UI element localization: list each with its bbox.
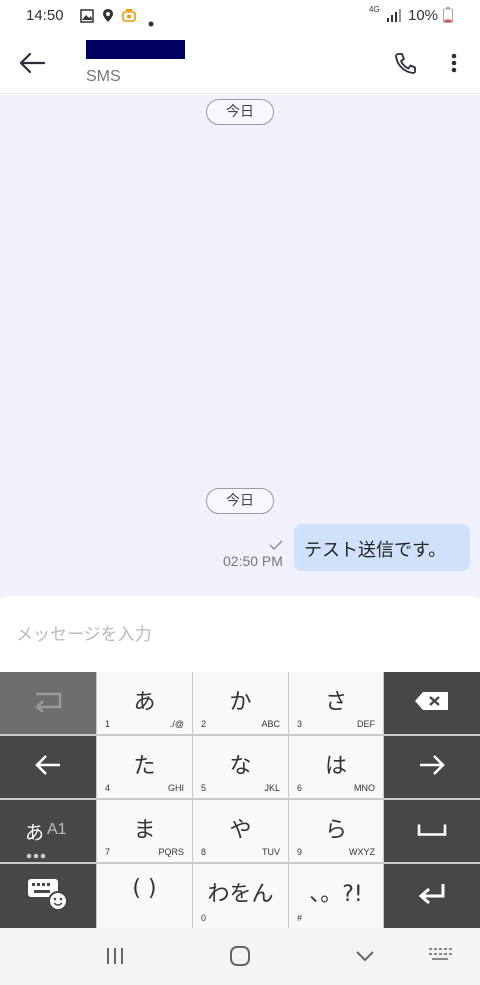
key-letters: JKL [264, 783, 280, 793]
key-letters: ./@ [169, 719, 184, 729]
system-navigation-bar [0, 928, 480, 985]
key-letters: MNO [354, 783, 375, 793]
message-list[interactable]: 今日 今日 02:50 PM テスト送信です。 [0, 95, 480, 598]
battery-icon [443, 7, 453, 27]
arrow-left-icon [19, 52, 46, 74]
key-letters: GHI [167, 783, 184, 793]
keyboard-emoji-icon [26, 876, 70, 916]
key-punctuation[interactable]: 、。?! # [289, 864, 383, 928]
key-label: 、。?! [309, 882, 363, 907]
key-ka-row[interactable]: か 2 ABC [193, 672, 288, 734]
key-number: 9 [297, 847, 303, 857]
location-icon [102, 8, 114, 27]
key-number: 1 [105, 719, 111, 729]
arrow-right-icon [417, 753, 447, 781]
compose-area [0, 596, 480, 672]
key-number: 3 [297, 719, 303, 729]
backspace-icon [414, 691, 450, 715]
key-number: 6 [297, 783, 303, 793]
home-icon[interactable] [228, 944, 252, 972]
key-a-row[interactable]: あ 1 ./@ [97, 672, 192, 734]
space-key[interactable] [384, 800, 480, 862]
key-label: な [229, 754, 252, 779]
more-options-button[interactable] [440, 46, 468, 80]
key-sa-row[interactable]: さ 3 DEF [289, 672, 383, 734]
key-letters: TUV [262, 847, 280, 857]
message-bubble-outgoing[interactable]: テスト送信です。 [294, 524, 470, 571]
enter-key[interactable] [384, 864, 480, 928]
image-icon [80, 8, 94, 27]
key-label: た [133, 754, 156, 779]
key-label: ( ) [132, 876, 157, 901]
key-number: 4 [105, 783, 111, 793]
key-number: 8 [201, 847, 207, 857]
signal-icon [386, 8, 402, 27]
key-label: さ [324, 690, 347, 715]
key-letters: ABC [261, 719, 280, 729]
cursor-right-key[interactable] [384, 736, 480, 798]
key-number: 2 [201, 719, 207, 729]
message-timestamp: 02:50 PM [223, 553, 283, 569]
key-wa-row[interactable]: わをん 0 [193, 864, 288, 928]
key-ma-row[interactable]: ま 7 PQRS [97, 800, 192, 862]
dot-icon [148, 12, 154, 31]
key-brackets[interactable]: ( ) [97, 864, 192, 928]
network-type: 4G [369, 5, 380, 14]
key-na-row[interactable]: な 5 JKL [193, 736, 288, 798]
key-label: ら [324, 818, 347, 843]
key-number: 7 [105, 847, 111, 857]
arrow-left-icon [33, 753, 63, 781]
key-ra-row[interactable]: ら 9 WXYZ [289, 800, 383, 862]
enter-icon [416, 882, 448, 910]
recent-apps-icon[interactable] [104, 944, 126, 972]
contact-channel-label: SMS [86, 68, 121, 85]
key-letters: PQRS [158, 847, 184, 857]
key-label: か [229, 690, 252, 715]
date-separator: 今日 [206, 488, 274, 514]
key-label: や [229, 818, 252, 843]
back-button[interactable] [16, 46, 50, 80]
key-ya-row[interactable]: や 8 TUV [193, 800, 288, 862]
contact-name-redacted [86, 40, 185, 59]
keyboard-emoji-settings-key[interactable] [0, 864, 96, 928]
space-icon [417, 822, 447, 841]
keyboard-hide-icon[interactable] [427, 944, 453, 970]
phone-icon [395, 53, 416, 74]
app-notification-icon [121, 8, 137, 27]
key-number: 0 [201, 913, 207, 923]
key-ta-row[interactable]: た 4 GHI [97, 736, 192, 798]
key-letters: DEF [357, 719, 375, 729]
more-vertical-icon [451, 53, 457, 73]
conversation-header: SMS [0, 34, 480, 94]
cursor-left-key[interactable] [0, 736, 96, 798]
mode-dots-icon [26, 844, 46, 863]
key-label: わをん [207, 882, 274, 907]
key-number: # [297, 913, 303, 923]
battery-percent: 10% [408, 7, 439, 24]
key-label: ま [133, 818, 156, 843]
mode-kana-label: あ [25, 822, 45, 844]
key-letters: WXYZ [349, 847, 375, 857]
key-label: あ [133, 690, 156, 715]
message-input[interactable] [16, 622, 456, 648]
undo-icon [32, 690, 64, 716]
undo-key[interactable] [0, 672, 96, 734]
key-number: 5 [201, 783, 207, 793]
date-separator: 今日 [206, 99, 274, 125]
key-ha-row[interactable]: は 6 MNO [289, 736, 383, 798]
status-bar: 14:50 4G 10% [0, 0, 480, 34]
back-chevron-icon[interactable] [353, 944, 377, 972]
backspace-key[interactable] [384, 672, 480, 734]
input-mode-key[interactable]: あ A1 [0, 800, 96, 862]
status-time: 14:50 [26, 7, 64, 24]
mode-alnum-label: A1 [47, 821, 67, 838]
sent-check-icon [269, 535, 283, 550]
key-label: は [324, 754, 347, 779]
call-button[interactable] [388, 46, 422, 80]
keyboard: あ 1 ./@ か 2 ABC さ 3 DEF た 4 GHI な 5 JKL … [0, 672, 480, 928]
